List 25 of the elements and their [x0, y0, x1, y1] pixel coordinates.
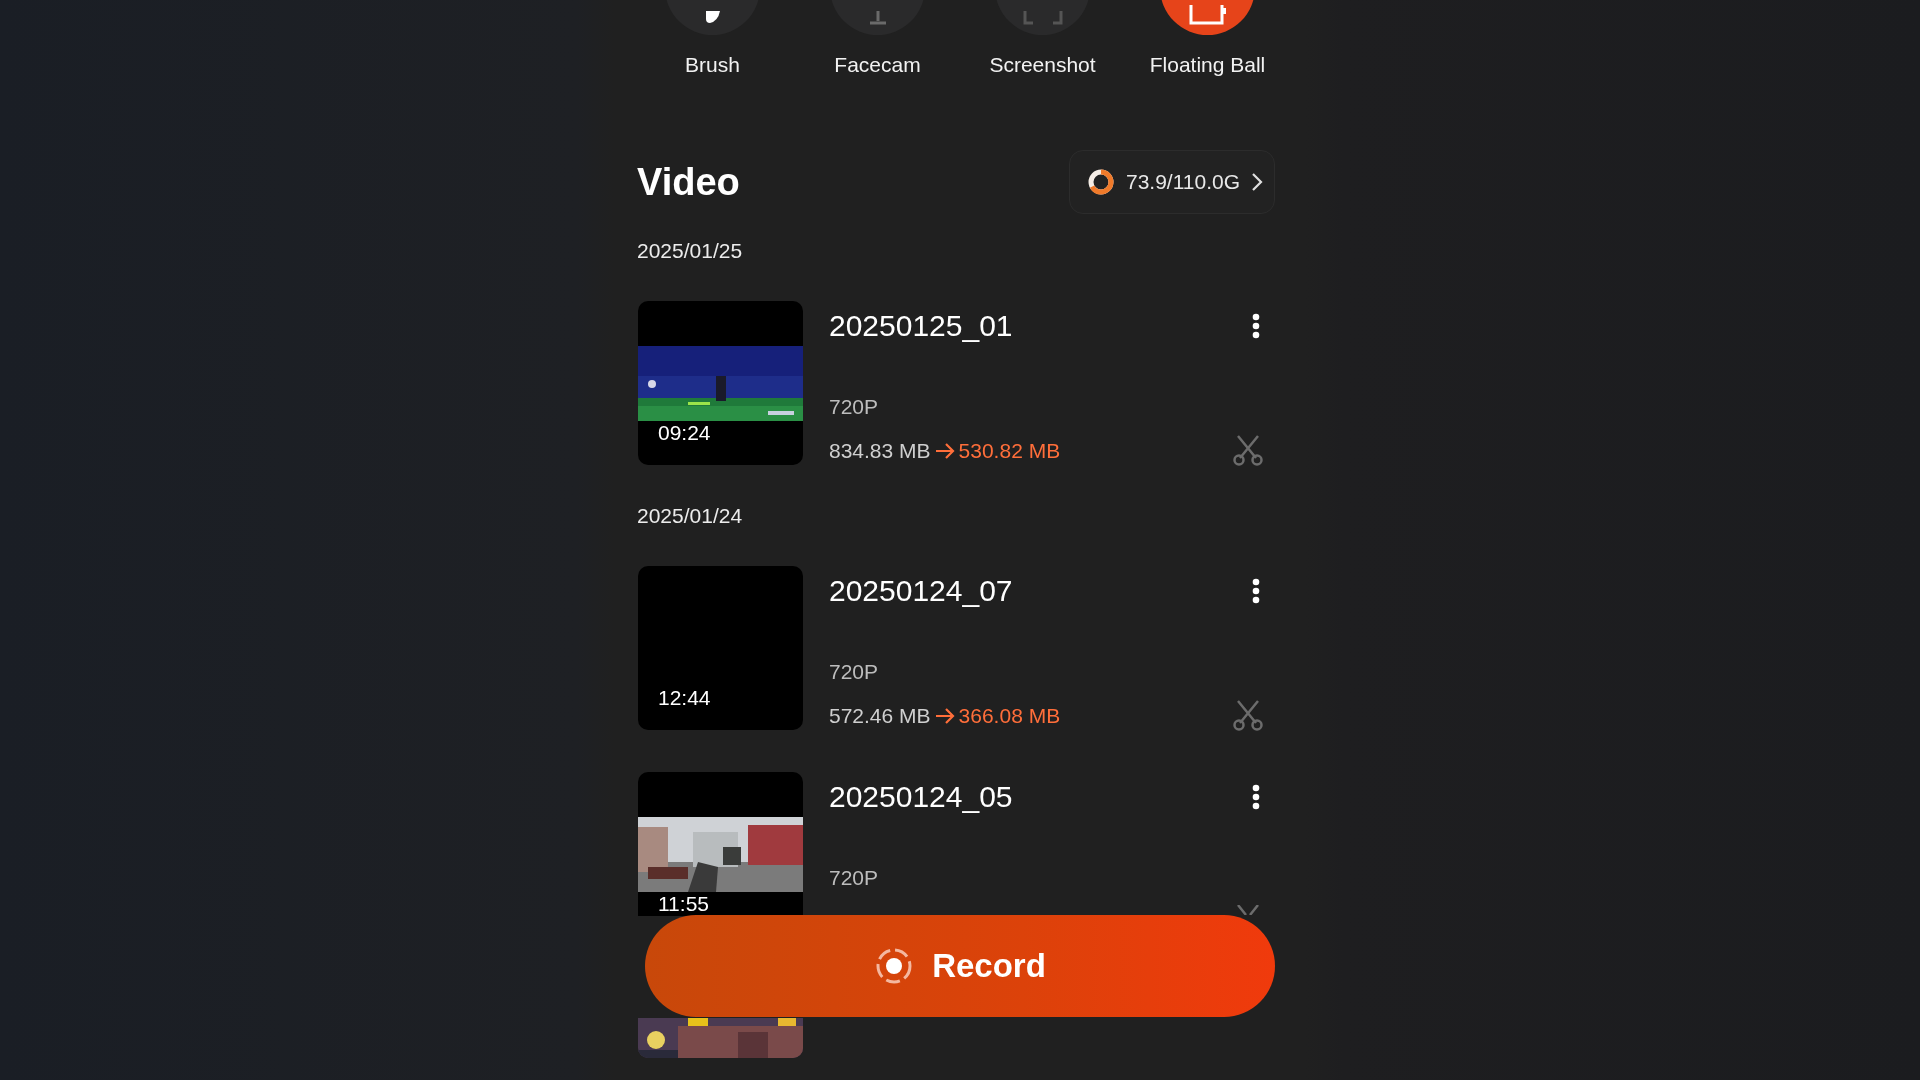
compressed-size-text: 366.08 MB	[958, 703, 1061, 729]
tool-label: Floating Ball	[1149, 52, 1266, 78]
duration-label: 11:55	[658, 892, 709, 916]
video-thumbnail[interactable]: 11:55	[638, 772, 803, 916]
compressed-size-text: 530.82 MB	[958, 438, 1061, 464]
resolution-label: 720P	[829, 394, 880, 420]
original-size-text: 834.83 MB	[829, 438, 931, 464]
video-title: 20250124_05	[829, 780, 1013, 814]
video-title: 20250124_07	[829, 574, 1013, 608]
tool-label: Screenshot	[989, 52, 1096, 78]
storage-button[interactable]: 73.9/110.0G	[1068, 150, 1275, 214]
video-title: 20250125_01	[829, 309, 1013, 343]
video-thumbnail[interactable]: 09:24	[638, 301, 803, 465]
date-label: 2025/01/24	[636, 503, 744, 529]
video-thumbnail[interactable]: 12:44	[638, 566, 803, 730]
section-title: Video	[637, 160, 740, 204]
tool-label: Facecam	[834, 52, 921, 78]
duration-label: 09:24	[658, 421, 711, 445]
resolution-label: 720P	[829, 659, 880, 685]
tool-label: Brush	[685, 52, 740, 78]
original-size-text: 572.46 MB	[829, 703, 931, 729]
duration-label: 12:44	[658, 686, 711, 710]
resolution-label: 720P	[829, 865, 880, 891]
record-button[interactable]: Record	[645, 915, 1275, 1017]
date-label: 2025/01/25	[636, 238, 744, 264]
